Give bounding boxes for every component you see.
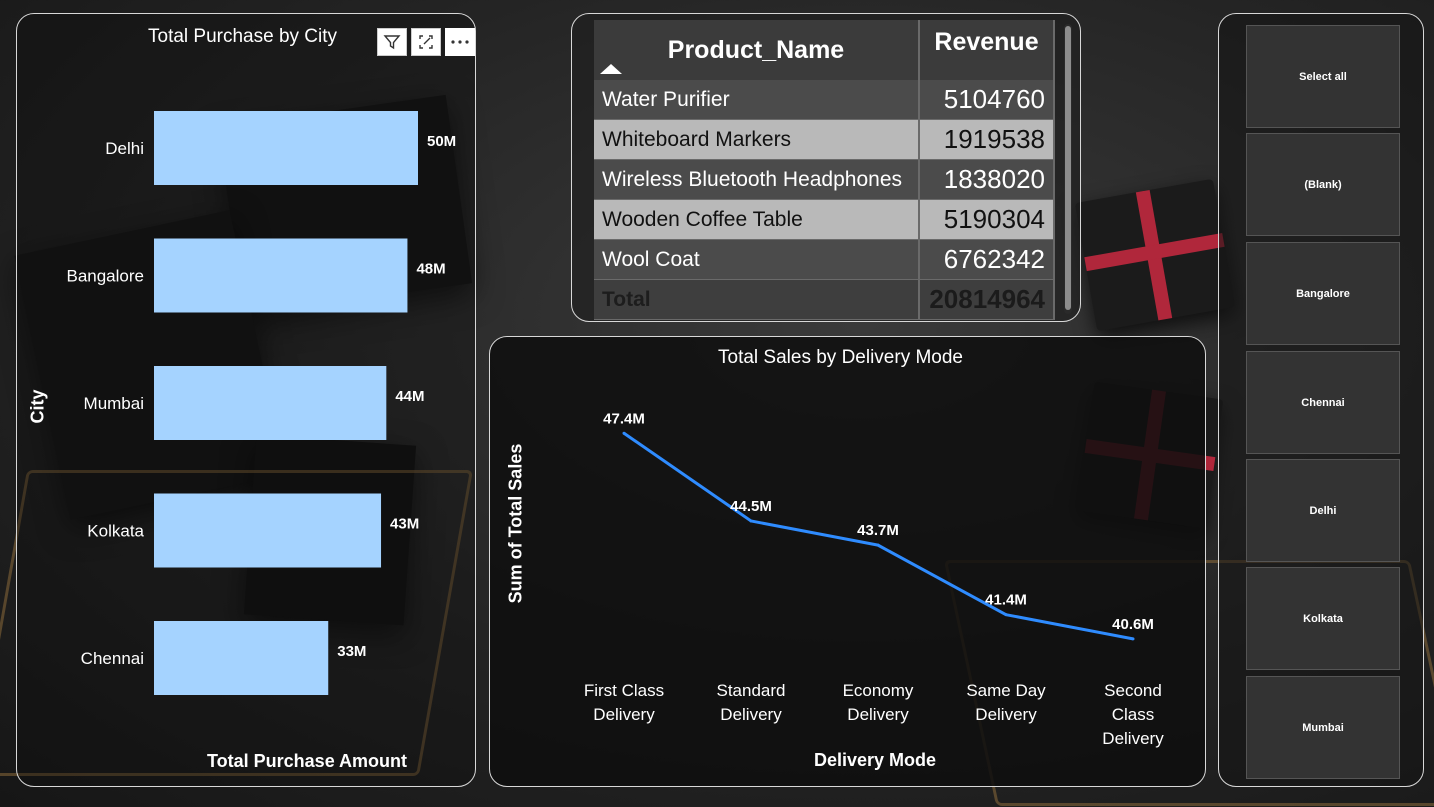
scrollbar-thumb[interactable] xyxy=(1065,26,1071,310)
product-name-cell: Wireless Bluetooth Headphones xyxy=(594,159,920,200)
product-name-cell: Water Purifier xyxy=(594,80,920,120)
x-tick-label: Standard Delivery xyxy=(717,681,786,724)
city-slicer[interactable]: Select all (Blank) Bangalore Chennai Del… xyxy=(1218,13,1424,787)
product-name-cell: Wooden Coffee Table xyxy=(594,199,920,240)
category-label: Kolkata xyxy=(87,522,144,541)
x-axis-title: Delivery Mode xyxy=(814,750,937,770)
bar xyxy=(154,238,408,313)
data-label: 33M xyxy=(337,643,366,660)
revenue-cell: 1919538 xyxy=(919,119,1055,160)
total-label: Total xyxy=(594,279,920,320)
column-header-product-name[interactable]: Product_Name xyxy=(594,20,920,80)
bar xyxy=(154,111,418,185)
table-row[interactable]: Whiteboard Markers 1919538 xyxy=(594,119,1055,160)
revenue-cell: 6762342 xyxy=(919,239,1055,280)
data-label: 50M xyxy=(427,133,456,150)
slicer-item-bangalore[interactable]: Bangalore xyxy=(1246,242,1400,345)
product-revenue-table: Product_Name Revenue Water Purifier 5104… xyxy=(594,20,1055,320)
slicer-item-delhi[interactable]: Delhi xyxy=(1246,459,1400,562)
slicer-item-kolkata[interactable]: Kolkata xyxy=(1246,567,1400,670)
category-label: Chennai xyxy=(81,649,144,668)
data-point xyxy=(876,543,880,547)
x-tick-label: Same Day Delivery xyxy=(966,681,1046,724)
line-chart-plot: 47.4M 44.5M 43.7M 41.4M 40.6M First Class Deli… xyxy=(584,410,1164,748)
table-scrollbar[interactable] xyxy=(1064,24,1072,314)
x-tick-label: Economy Delivery xyxy=(843,681,914,724)
table-total-row: Total 20814964 xyxy=(594,279,1055,320)
data-point xyxy=(749,519,753,523)
category-label: Bangalore xyxy=(66,267,144,286)
column-header-label: Revenue xyxy=(934,27,1039,56)
table-row[interactable]: Wooden Coffee Table 5190304 xyxy=(594,199,1055,240)
column-header-revenue[interactable]: Revenue xyxy=(919,20,1055,80)
data-label: 48M xyxy=(416,261,445,278)
data-point xyxy=(622,431,626,435)
data-label: 41.4M xyxy=(985,592,1027,609)
line-chart-card[interactable]: Total Sales by Delivery Mode 47.4M 44.5M 4… xyxy=(489,336,1206,787)
data-label: 44M xyxy=(395,388,424,405)
y-axis-title: City xyxy=(27,389,48,424)
bar xyxy=(154,621,329,695)
x-tick-label: Second Class Delivery xyxy=(1102,681,1164,748)
bar-chart-plot: Delhi 50M Bangalore 48M Mumbai 44M Kolkata 43M C… xyxy=(66,111,456,695)
x-tick-label: First Class Delivery xyxy=(584,681,664,724)
revenue-cell: 5190304 xyxy=(919,199,1055,240)
slicer-item-mumbai[interactable]: Mumbai xyxy=(1246,676,1400,779)
slicer-item-select-all[interactable]: Select all xyxy=(1246,25,1400,128)
table-row[interactable]: Wool Coat 6762342 xyxy=(594,239,1055,280)
revenue-cell: 1838020 xyxy=(919,159,1055,200)
x-axis-title: Total Purchase Amount xyxy=(207,751,408,771)
product-name-cell: Whiteboard Markers xyxy=(594,119,920,160)
slicer-item-chennai[interactable]: Chennai xyxy=(1246,351,1400,454)
data-label: 43.7M xyxy=(857,522,899,539)
data-label: 40.6M xyxy=(1112,616,1154,633)
table-row[interactable]: Wireless Bluetooth Headphones 1838020 xyxy=(594,159,1055,200)
slicer-item-blank[interactable]: (Blank) xyxy=(1246,133,1400,236)
data-point xyxy=(1131,637,1135,641)
bar xyxy=(154,493,382,568)
table-row[interactable]: Water Purifier 5104760 xyxy=(594,80,1055,120)
column-header-label: Product_Name xyxy=(667,35,845,64)
sort-ascending-icon[interactable] xyxy=(600,64,622,74)
bar-chart-card[interactable]: Total Purchase by City Delhi 50M Bangalore… xyxy=(16,13,476,787)
data-label: 44.5M xyxy=(730,498,772,515)
data-point xyxy=(1004,613,1008,617)
category-label: Mumbai xyxy=(84,394,144,413)
category-label: Delhi xyxy=(105,139,144,158)
gift-box-decoration xyxy=(1074,178,1236,332)
data-label: 43M xyxy=(390,516,419,533)
product-revenue-table-card[interactable]: Product_Name Revenue Water Purifier 5104… xyxy=(571,13,1081,322)
revenue-cell: 5104760 xyxy=(919,80,1055,120)
product-name-cell: Wool Coat xyxy=(594,239,920,280)
bar xyxy=(154,366,387,440)
y-axis-title: Sum of Total Sales xyxy=(505,443,526,604)
total-value: 20814964 xyxy=(919,279,1055,320)
data-label: 47.4M xyxy=(603,410,645,427)
